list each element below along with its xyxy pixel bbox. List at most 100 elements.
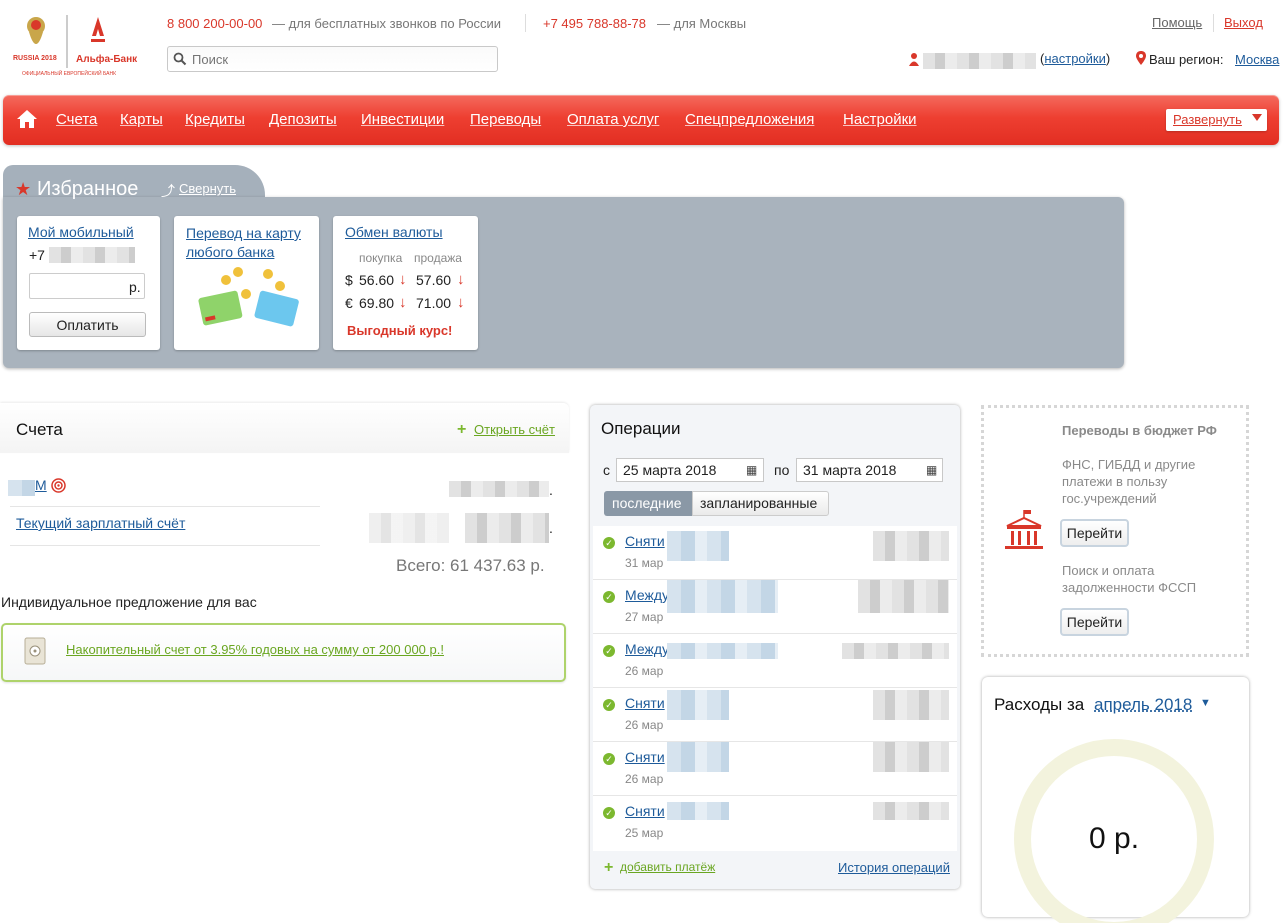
account-balance-suffix: . — [549, 520, 553, 536]
target-icon — [51, 478, 66, 493]
search-icon — [173, 52, 187, 66]
nav-cards[interactable]: Карты — [120, 111, 163, 128]
operation-date: 26 мар — [625, 664, 663, 678]
divider — [10, 545, 320, 546]
operation-amount-masked — [873, 742, 949, 772]
nav-transfers[interactable]: Переводы — [470, 111, 541, 128]
nav-settings[interactable]: Настройки — [843, 111, 917, 128]
safe-icon — [24, 637, 46, 665]
dropdown-arrow-icon[interactable]: ▼ — [1200, 697, 1211, 709]
pay-button[interactable]: Оплатить — [29, 312, 146, 337]
operation-date: 25 мар — [625, 826, 663, 840]
currency-label: р. — [129, 279, 141, 295]
logo-sub-text: ОФИЦИАЛЬНЫЙ ЕВРОПЕЙСКИЙ БАНК — [22, 71, 116, 77]
to-label: по — [774, 462, 789, 478]
phone-free-desc: — для бесплатных звонков по России — [272, 16, 501, 31]
help-link[interactable]: Помощь — [1152, 15, 1202, 30]
region-select[interactable]: Москва — [1235, 52, 1279, 67]
divider — [10, 506, 320, 507]
calendar-icon[interactable]: ▦ — [746, 463, 757, 477]
arrow-down-icon: ↓ — [457, 294, 465, 311]
arrow-down-icon: ↓ — [399, 294, 407, 311]
date-from-input[interactable]: 25 марта 2018 — [616, 458, 764, 482]
nav-special-offers[interactable]: Спецпредложения — [685, 111, 814, 128]
date-from-value: 25 марта 2018 — [623, 462, 716, 478]
nav-deposits[interactable]: Депозиты — [269, 111, 337, 128]
operation-amount-masked — [858, 580, 949, 613]
account-balance-masked — [465, 513, 549, 543]
offer-link[interactable]: Накопительный счет от 3.95% годовых на с… — [66, 642, 444, 657]
logout-link[interactable]: Выход — [1224, 15, 1263, 30]
settings-link-label[interactable]: настройки — [1044, 51, 1106, 66]
operation-name[interactable]: Между — [625, 587, 669, 603]
divider — [525, 14, 526, 32]
eur-symbol: € — [345, 295, 353, 311]
from-label: с — [603, 462, 610, 478]
check-icon: ✓ — [603, 753, 615, 765]
home-icon[interactable] — [17, 110, 37, 128]
operation-amount-masked — [873, 531, 949, 561]
mobile-phone-masked — [49, 247, 135, 263]
calendar-icon[interactable]: ▦ — [926, 463, 937, 477]
operation-amount-masked — [873, 802, 949, 820]
chevron-down-icon — [1252, 114, 1262, 121]
operation-name[interactable]: Сняти — [625, 695, 665, 711]
account-name-masked — [8, 480, 35, 496]
salary-account-link[interactable]: Текущий зарплатный счёт — [16, 515, 185, 531]
date-to-input[interactable]: 31 марта 2018 — [796, 458, 943, 482]
check-icon: ✓ — [603, 699, 615, 711]
open-account-link[interactable]: Открыть счёт — [474, 422, 555, 437]
tab-planned[interactable]: запланированные — [692, 491, 829, 516]
mobile-title-link[interactable]: Мой мобильный — [28, 224, 134, 240]
settings-link[interactable]: (настройки) — [1040, 51, 1110, 66]
operation-name[interactable]: Сняти — [625, 749, 665, 765]
operation-name[interactable]: Сняти — [625, 533, 665, 549]
location-pin-icon — [1136, 51, 1146, 65]
favorites-title: Избранное — [37, 178, 138, 201]
check-icon: ✓ — [603, 591, 615, 603]
collapse-link[interactable]: Свернуть — [179, 181, 236, 196]
plus-icon: + — [604, 859, 613, 877]
collapse-icon: ⤴ — [161, 181, 175, 201]
tab-recent[interactable]: последние — [604, 491, 692, 516]
logo-event-text: RUSSIA 2018 — [13, 55, 57, 62]
operation-name[interactable]: Между — [625, 641, 669, 657]
go-fssp-button[interactable]: Перейти — [1060, 608, 1129, 636]
operation-detail-masked — [667, 580, 778, 613]
nav-accounts[interactable]: Счета — [56, 111, 97, 128]
nav-payments[interactable]: Оплата услуг — [567, 111, 659, 128]
favorites-panel — [3, 197, 1124, 368]
arrow-down-icon: ↓ — [399, 271, 407, 288]
eur-sell: 71.00 — [416, 295, 451, 311]
eur-buy: 69.80 — [359, 295, 394, 311]
add-payment-link[interactable]: добавить платёж — [620, 860, 715, 874]
go-budget-button[interactable]: Перейти — [1060, 519, 1129, 547]
operation-date: 31 мар — [625, 556, 663, 570]
usd-sell: 57.60 — [416, 272, 451, 288]
transfer-title-link[interactable]: Перевод на карту любого банка — [186, 224, 311, 262]
fssp-desc: Поиск и оплата задолженности ФССП — [1062, 562, 1222, 596]
accounts-total: Всего: 61 437.63 р. — [396, 556, 545, 576]
operation-name[interactable]: Сняти — [625, 803, 665, 819]
nav-credits[interactable]: Кредиты — [185, 111, 245, 128]
mobile-amount-input[interactable] — [29, 273, 145, 299]
search-input[interactable] — [167, 46, 498, 72]
date-to-value: 31 марта 2018 — [803, 462, 896, 478]
operation-detail-masked — [667, 643, 778, 659]
operation-date: 26 мар — [625, 772, 663, 786]
operation-detail-masked — [667, 531, 729, 561]
expenses-month-select[interactable]: апрель 2018 — [1094, 695, 1192, 715]
accounts-title: Счета — [16, 420, 63, 440]
account-link[interactable]: М — [35, 477, 47, 493]
arrow-down-icon: ↓ — [457, 271, 465, 288]
usd-buy: 56.60 — [359, 272, 394, 288]
history-link[interactable]: История операций — [838, 860, 950, 875]
operation-amount-masked — [842, 643, 949, 659]
account-balance-masked — [369, 513, 449, 543]
operation-date: 27 мар — [625, 610, 663, 624]
nav-investments[interactable]: Инвестиции — [361, 111, 444, 128]
exchange-title-link[interactable]: Обмен валюты — [345, 224, 443, 240]
account-balance-masked — [449, 481, 549, 497]
buy-label: покупка — [359, 251, 402, 265]
operation-detail-masked — [667, 690, 729, 720]
